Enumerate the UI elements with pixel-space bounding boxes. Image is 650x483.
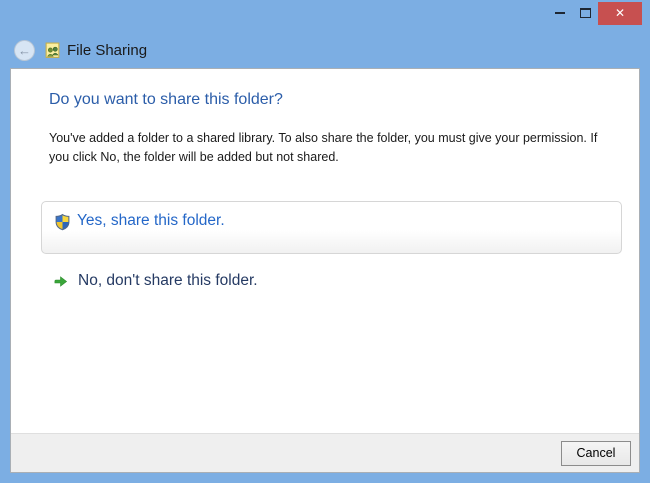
green-arrow-icon xyxy=(54,275,68,287)
page-title: File Sharing xyxy=(67,41,148,59)
close-icon: ✕ xyxy=(614,6,626,20)
nav-header: ← File Sharing xyxy=(0,36,147,64)
maximize-icon xyxy=(579,8,591,18)
yes-share-folder-button[interactable]: Yes, share this folder. xyxy=(41,201,622,254)
yes-option-label: Yes, share this folder. xyxy=(77,212,225,229)
dialog-footer: Cancel xyxy=(11,433,639,472)
back-button[interactable]: ← xyxy=(14,39,35,61)
back-arrow-icon: ← xyxy=(18,42,31,58)
uac-shield-icon xyxy=(55,213,70,231)
maximize-button[interactable] xyxy=(574,4,596,22)
file-sharing-window: ✕ ← File Sharing Do you want to share th… xyxy=(0,0,650,483)
no-option-label: No, don't share this folder. xyxy=(78,272,258,289)
minimize-button[interactable] xyxy=(549,4,571,22)
dialog-panel: Do you want to share this folder? You've… xyxy=(10,68,640,473)
no-share-folder-link[interactable]: No, don't share this folder. xyxy=(53,269,258,293)
cancel-button[interactable]: Cancel xyxy=(561,441,631,466)
dialog-body-text: You've added a folder to a shared librar… xyxy=(49,131,598,165)
minimize-icon xyxy=(555,12,565,14)
dialog-heading: Do you want to share this folder? xyxy=(49,91,283,108)
file-sharing-icon xyxy=(45,42,60,58)
close-button[interactable]: ✕ xyxy=(598,2,642,25)
